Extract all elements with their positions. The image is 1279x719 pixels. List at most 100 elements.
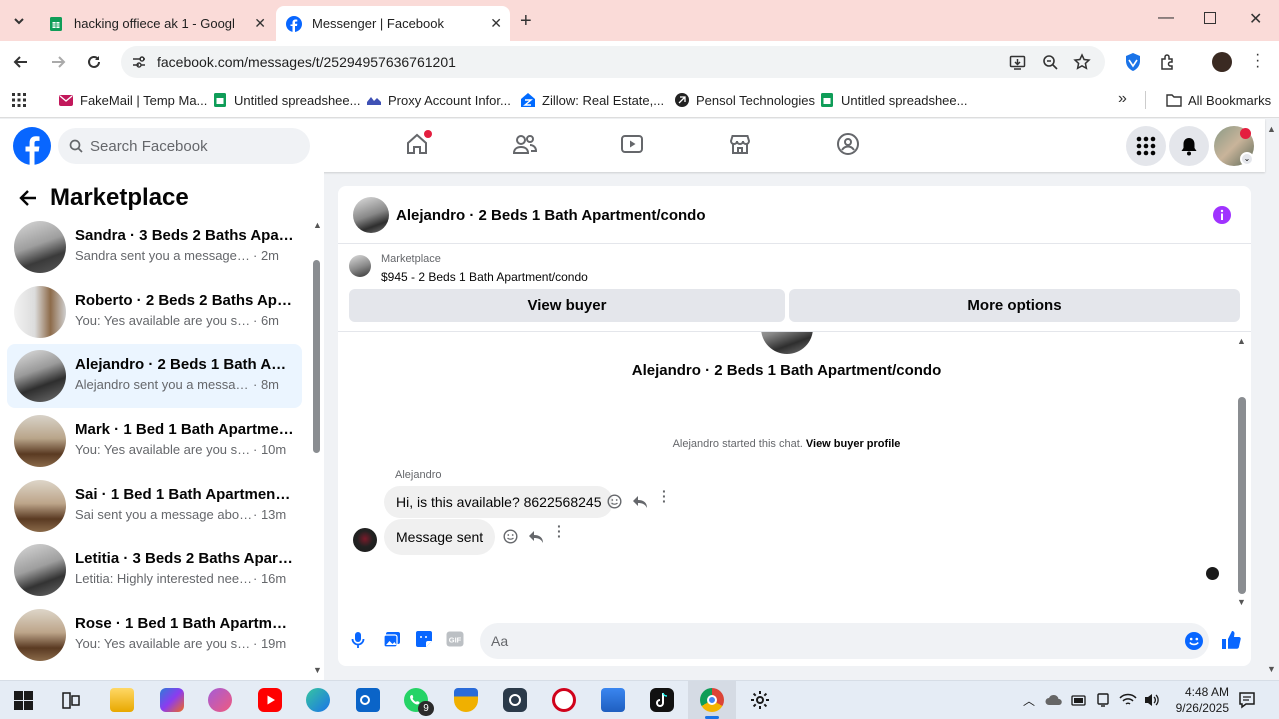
all-bookmarks-button[interactable]: All Bookmarks — [1166, 92, 1271, 108]
onedrive-cloud-icon[interactable] — [1045, 694, 1063, 706]
reply-icon[interactable] — [528, 529, 544, 544]
browser-menu-icon[interactable]: · · · — [1255, 47, 1260, 75]
outlook-icon[interactable] — [356, 688, 380, 712]
forward-button[interactable] — [49, 53, 67, 71]
restore-button[interactable] — [1204, 12, 1216, 24]
store-icon[interactable] — [601, 688, 625, 712]
close-window-button[interactable]: ✕ — [1249, 9, 1262, 29]
chat-scrollbar-thumb[interactable] — [1238, 397, 1246, 594]
chat-title[interactable]: Alejandro · 2 Beds 1 Bath Apartment/cond… — [396, 207, 706, 224]
conversation-item-selected[interactable]: Alejandro · 2 Beds 1 Bath Apart... Aleja… — [7, 344, 302, 408]
task-view-icon[interactable] — [62, 692, 80, 709]
sidebar-scrollbar-thumb[interactable] — [313, 260, 320, 453]
nav-home[interactable] — [405, 130, 432, 156]
youtube-icon[interactable] — [258, 688, 282, 712]
message-bubble[interactable]: Hi, is this available? 8622568245 — [384, 486, 614, 518]
reply-icon[interactable] — [632, 494, 648, 509]
bookmark-zillow[interactable]: Zillow: Real Estate,... — [520, 92, 664, 108]
tab-messenger[interactable]: Messenger | Facebook ✕ — [276, 6, 510, 41]
back-arrow-icon[interactable] — [18, 188, 38, 208]
bookmark-fakemail[interactable]: FakeMail | Temp Ma... — [58, 92, 207, 108]
react-emoji-icon[interactable] — [503, 529, 518, 544]
conversation-item[interactable]: Sandra · 3 Beds 2 Baths Apartm... Sandra… — [7, 215, 302, 279]
listing-title[interactable]: $945 - 2 Beds 1 Bath Apartment/condo — [381, 270, 588, 284]
bookmark-proxy[interactable]: Proxy Account Infor... — [366, 92, 511, 108]
thumbs-up-icon[interactable] — [1221, 630, 1241, 650]
account-avatar[interactable]: ⌄ — [1214, 126, 1254, 166]
nav-watch[interactable] — [620, 132, 644, 156]
view-buyer-profile-link[interactable]: View buyer profile — [806, 438, 901, 450]
avatar[interactable] — [353, 197, 389, 233]
menu-button[interactable] — [1126, 126, 1166, 166]
emoji-icon[interactable] — [1185, 632, 1203, 650]
page-scroll-up-arrow[interactable]: ▲ — [1267, 124, 1276, 134]
bookmark-spreadsheet-2[interactable]: Untitled spreadshee... — [819, 92, 967, 108]
scroll-down-arrow[interactable]: ▼ — [313, 665, 322, 675]
bookmark-pensol[interactable]: Pensol Technologies — [674, 92, 815, 108]
battery-icon[interactable] — [1071, 693, 1087, 707]
tab-search-button[interactable] — [8, 10, 30, 32]
chevron-up-icon[interactable]: ︿ — [1023, 692, 1035, 709]
tiktok-icon[interactable] — [650, 688, 674, 712]
wifi-icon[interactable] — [1119, 692, 1137, 708]
app-icon[interactable] — [503, 688, 527, 712]
facebook-logo-icon[interactable] — [13, 127, 51, 165]
photo-icon[interactable] — [383, 631, 401, 648]
opera-icon[interactable] — [552, 688, 576, 712]
conversation-item[interactable]: Rose · 1 Bed 1 Bath Apartment/c... You: … — [7, 603, 302, 667]
message-input[interactable]: Aa — [480, 623, 1209, 659]
message-bubble[interactable]: Message sent — [384, 519, 496, 555]
gif-icon[interactable]: GIF — [446, 631, 464, 647]
listing-thumbnail[interactable] — [349, 255, 371, 277]
close-tab-icon[interactable]: ✕ — [490, 15, 502, 32]
medal-icon[interactable] — [454, 688, 478, 712]
nav-friends[interactable] — [512, 132, 538, 156]
whatsapp-icon[interactable]: 9 — [404, 688, 434, 716]
close-tab-icon[interactable]: ✕ — [254, 15, 266, 32]
notifications-button[interactable] — [1169, 126, 1209, 166]
system-clock[interactable]: 4:48 AM 9/26/2025 — [1163, 684, 1229, 716]
edge-icon[interactable] — [306, 688, 330, 712]
scroll-down-arrow[interactable]: ▼ — [1237, 597, 1246, 607]
device-icon[interactable] — [1096, 692, 1110, 708]
address-bar[interactable]: facebook.com/messages/t/2529495763676120… — [121, 46, 1105, 78]
conversation-item[interactable]: Mark · 1 Bed 1 Bath Apartment/... You: Y… — [7, 409, 302, 473]
facebook-search-input[interactable]: Search Facebook — [58, 128, 310, 164]
minimize-button[interactable]: — — [1158, 9, 1174, 27]
tab-google-sheets[interactable]: hacking offiece ak 1 - Google D ✕ — [38, 6, 274, 41]
more-actions-icon[interactable]: · · · — [662, 484, 667, 508]
info-icon[interactable] — [1213, 206, 1231, 224]
conversation-item[interactable]: Letitia · 3 Beds 2 Baths Apartme... Leti… — [7, 538, 302, 602]
new-tab-button[interactable]: + — [520, 10, 532, 33]
more-actions-icon[interactable]: · · · — [557, 519, 562, 543]
notification-center-icon[interactable] — [1238, 691, 1256, 709]
profile-avatar[interactable] — [1212, 52, 1232, 72]
more-bookmarks-icon[interactable]: » — [1118, 90, 1127, 108]
scroll-up-arrow[interactable]: ▲ — [313, 220, 322, 230]
zoom-icon[interactable] — [1042, 54, 1059, 71]
extensions-icon[interactable] — [1159, 53, 1177, 71]
view-buyer-button[interactable]: View buyer — [349, 289, 785, 322]
sticker-icon[interactable] — [415, 630, 433, 648]
chrome-taskbar-active[interactable] — [688, 681, 736, 719]
react-emoji-icon[interactable] — [607, 494, 622, 509]
nav-groups[interactable] — [836, 132, 860, 156]
shield-extension-icon[interactable] — [1124, 52, 1142, 72]
windows-start-icon[interactable] — [14, 691, 33, 710]
bookmark-spreadsheet-1[interactable]: Untitled spreadshee... — [212, 92, 360, 108]
reload-button[interactable] — [85, 53, 103, 71]
install-app-icon[interactable] — [1009, 54, 1026, 71]
copilot-icon[interactable] — [160, 688, 184, 712]
microphone-icon[interactable] — [351, 631, 365, 649]
apps-grid-icon[interactable] — [11, 92, 27, 108]
file-explorer-icon[interactable] — [110, 688, 134, 712]
conversation-item[interactable]: Sai · 1 Bed 1 Bath Apartment/co... Sai s… — [7, 474, 302, 538]
scroll-up-arrow[interactable]: ▲ — [1237, 336, 1246, 346]
bookmark-star-icon[interactable] — [1073, 53, 1091, 71]
settings-gear-icon[interactable] — [750, 690, 770, 710]
page-scroll-down-arrow[interactable]: ▼ — [1267, 664, 1276, 674]
back-button[interactable] — [12, 53, 30, 71]
volume-icon[interactable] — [1143, 692, 1161, 708]
conversation-item[interactable]: Roberto · 2 Beds 2 Baths Apart... You: Y… — [7, 280, 302, 344]
nav-marketplace[interactable] — [728, 132, 752, 156]
